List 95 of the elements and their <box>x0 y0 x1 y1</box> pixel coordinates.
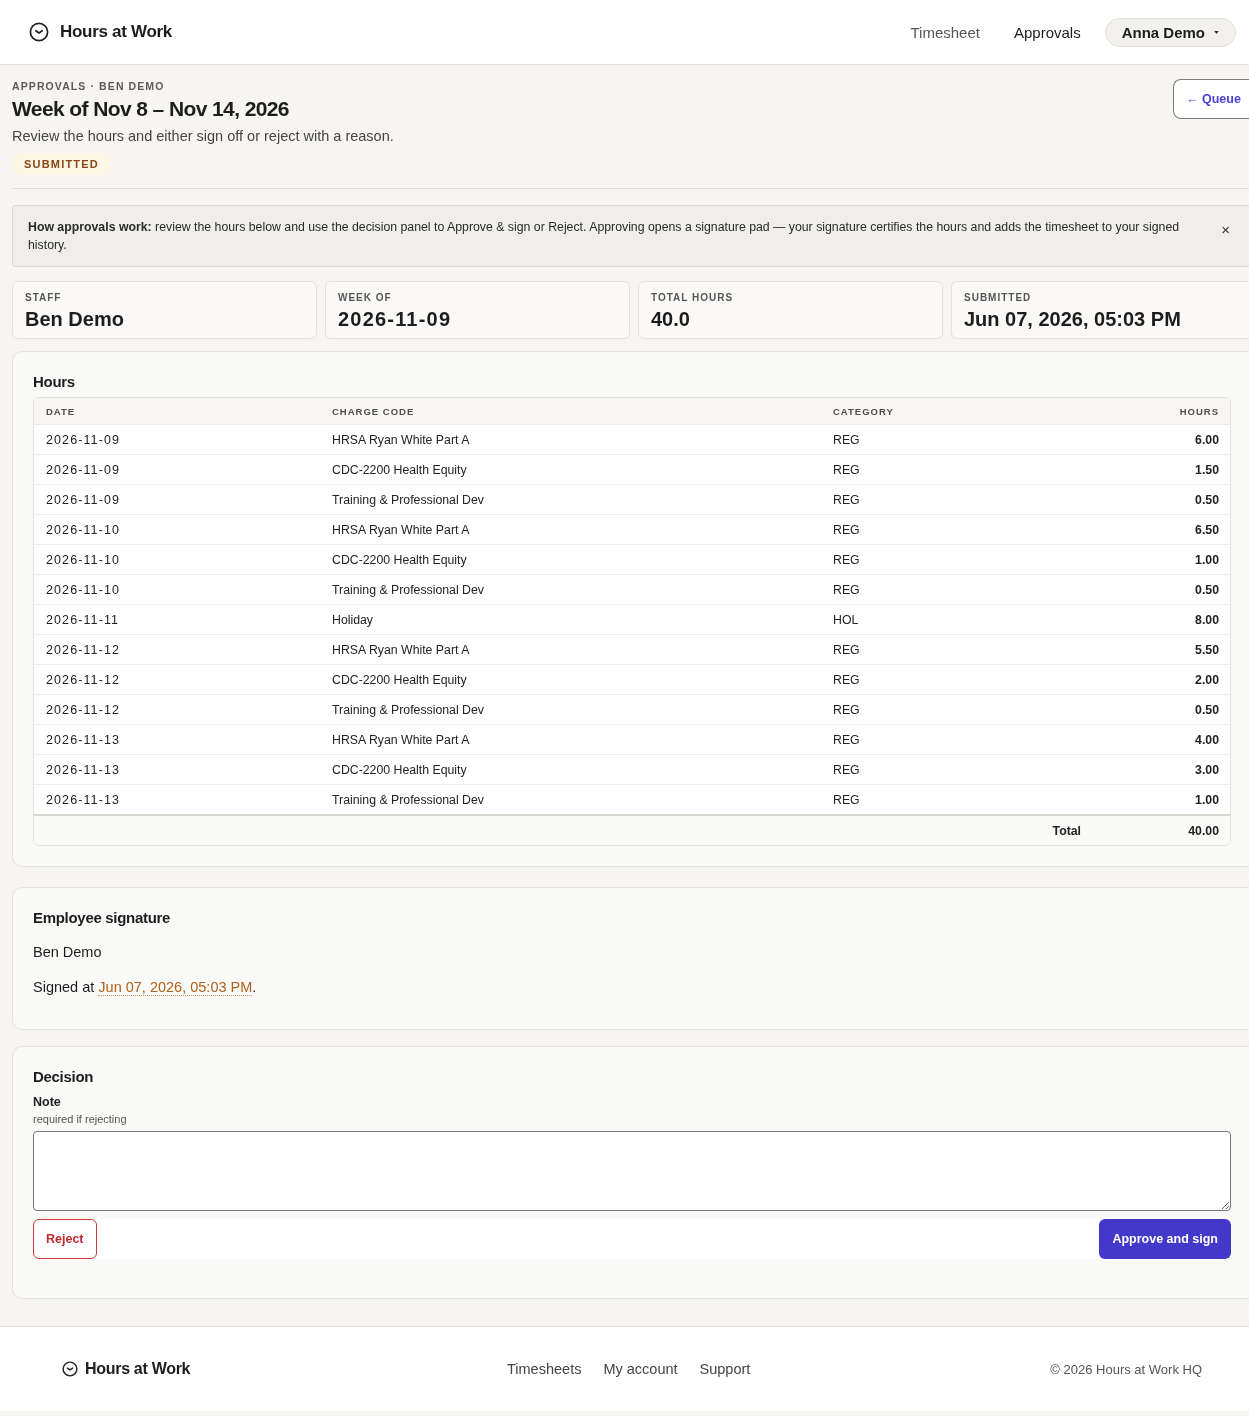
nav-link[interactable]: Timesheet <box>910 23 980 41</box>
signed-at-text: Signed at Jun 07, 2026, 05:03 PM. <box>33 978 258 997</box>
column-header: DATE <box>45 405 77 417</box>
back-to-queue-button[interactable]: ← Queue <box>1173 79 1249 119</box>
hours-cell-text: 1.00 <box>1194 792 1220 807</box>
charge-code-cell-text: Training & Professional Dev <box>331 702 485 717</box>
date-cell-text: 2026-11-10 <box>45 522 121 537</box>
copyright: © 2026 Hours at Work HQ <box>1050 1361 1202 1377</box>
note-field[interactable] <box>33 1131 1231 1211</box>
hours-cell-text: 0.50 <box>1194 582 1220 597</box>
stat-value: Ben Demo <box>25 307 125 332</box>
hours-cell-text: 3.00 <box>1194 762 1220 777</box>
footer-brand[interactable]: Hours at Work <box>85 1360 191 1378</box>
date-cell-text: 2026-11-11 <box>45 612 121 627</box>
column-header: CHARGE CODE <box>331 405 416 417</box>
signer-name: Ben Demo <box>33 943 103 962</box>
stat-value: 40.0 <box>651 307 691 332</box>
page-subtitle: Review the hours and either sign off or reject with a reason. <box>12 127 394 146</box>
section-title: Hours <box>33 372 76 392</box>
user-menu-button[interactable]: Anna Demo <box>1104 17 1236 47</box>
hours-cell-text: 8.00 <box>1194 612 1220 627</box>
clock-icon <box>62 1361 78 1377</box>
charge-code-cell-text: CDC-2200 Health Equity <box>331 762 468 777</box>
hours-cell-text: 6.50 <box>1194 522 1220 537</box>
category-cell-text: REG <box>832 552 861 567</box>
hours-cell-text: 0.50 <box>1194 492 1220 507</box>
category-cell-text: REG <box>832 492 861 507</box>
category-cell-text: REG <box>832 702 861 717</box>
category-cell-text: REG <box>832 732 861 747</box>
section-title: Employee signature <box>33 908 172 928</box>
date-cell-text: 2026-11-12 <box>45 672 121 687</box>
charge-code-cell-text: CDC-2200 Health Equity <box>331 552 468 567</box>
category-cell-text: REG <box>832 582 861 597</box>
date-cell-text: 2026-11-10 <box>45 582 121 597</box>
stat-value: 2026-11-09 <box>338 307 453 332</box>
brand-name[interactable]: Hours at Work <box>60 22 172 42</box>
breadcrumb: APPROVALS · BEN DEMO <box>12 79 166 93</box>
note-label: Note <box>33 1095 62 1109</box>
category-cell-text: REG <box>832 792 861 807</box>
stat-label: SUBMITTED <box>964 291 1033 304</box>
category-cell-text: REG <box>832 762 861 777</box>
hours-cell-text: 1.00 <box>1194 552 1220 567</box>
column-header: CATEGORY <box>832 405 895 417</box>
nav-link[interactable]: Approvals <box>1013 23 1081 41</box>
stat-label: TOTAL HOURS <box>651 291 735 304</box>
date-cell-text: 2026-11-12 <box>45 702 121 717</box>
hours-cell-text: 0.50 <box>1194 702 1220 717</box>
caret-icon <box>1214 30 1219 34</box>
charge-code-cell-text: HRSA Ryan White Part A <box>331 642 471 657</box>
footer-link[interactable]: My account <box>603 1361 678 1377</box>
footer-link[interactable]: Support <box>699 1361 751 1377</box>
stat-label: STAFF <box>25 291 63 304</box>
total-hours: 40.00 <box>1187 823 1220 838</box>
hours-cell-text: 6.00 <box>1194 432 1220 447</box>
date-cell-text: 2026-11-09 <box>45 462 121 477</box>
clock-icon <box>29 22 49 42</box>
hours-cell-text: 4.00 <box>1194 732 1220 747</box>
charge-code-cell-text: HRSA Ryan White Part A <box>331 522 471 537</box>
status-badge: SUBMITTED <box>12 153 111 175</box>
charge-code-cell-text: Training & Professional Dev <box>331 492 485 507</box>
category-cell-text: REG <box>832 432 861 447</box>
stat-label: WEEK OF <box>338 291 393 304</box>
date-cell-text: 2026-11-12 <box>45 642 121 657</box>
info-text: How approvals work: review the hours below and use the decision panel to Approve & sign or Reject. Approving opens a signature pad — your signature certifies the hours and adds the timesheet to your signed history. <box>28 219 1181 254</box>
date-cell-text: 2026-11-13 <box>45 732 121 747</box>
charge-code-cell-text: HRSA Ryan White Part A <box>331 732 471 747</box>
charge-code-cell-text: Holiday <box>331 612 374 627</box>
charge-code-cell-text: HRSA Ryan White Part A <box>331 432 471 447</box>
category-cell-text: REG <box>832 462 861 477</box>
total-label: Total <box>1051 823 1082 838</box>
footer-link[interactable]: Timesheets <box>507 1361 582 1377</box>
hours-cell-text: 5.50 <box>1194 642 1220 657</box>
stat-value: Jun 07, 2026, 05:03 PM <box>964 307 1182 332</box>
category-cell-text: REG <box>832 522 861 537</box>
date-cell-text: 2026-11-09 <box>45 492 121 507</box>
charge-code-cell-text: Training & Professional Dev <box>331 582 485 597</box>
date-cell-text: 2026-11-13 <box>45 762 121 777</box>
charge-code-cell-text: CDC-2200 Health Equity <box>331 672 468 687</box>
date-cell-text: 2026-11-10 <box>45 552 121 567</box>
column-header: HOURS <box>1178 405 1220 417</box>
category-cell-text: REG <box>832 642 861 657</box>
date-cell-text: 2026-11-13 <box>45 792 121 807</box>
hours-cell-text: 2.00 <box>1194 672 1220 687</box>
charge-code-cell-text: Training & Professional Dev <box>331 792 485 807</box>
category-cell-text: HOL <box>832 612 860 627</box>
close-button[interactable]: × <box>1221 222 1230 238</box>
approve-button[interactable]: Approve and sign <box>1099 1219 1231 1259</box>
date-cell-text: 2026-11-09 <box>45 432 121 447</box>
reject-button[interactable]: Reject <box>33 1219 97 1259</box>
charge-code-cell-text: CDC-2200 Health Equity <box>331 462 468 477</box>
section-title: Decision <box>33 1067 95 1087</box>
page-title: Week of Nov 8 – Nov 14, 2026 <box>12 96 290 122</box>
note-hint: required if rejecting <box>33 1112 128 1126</box>
hours-cell-text: 1.50 <box>1194 462 1220 477</box>
category-cell-text: REG <box>832 672 861 687</box>
